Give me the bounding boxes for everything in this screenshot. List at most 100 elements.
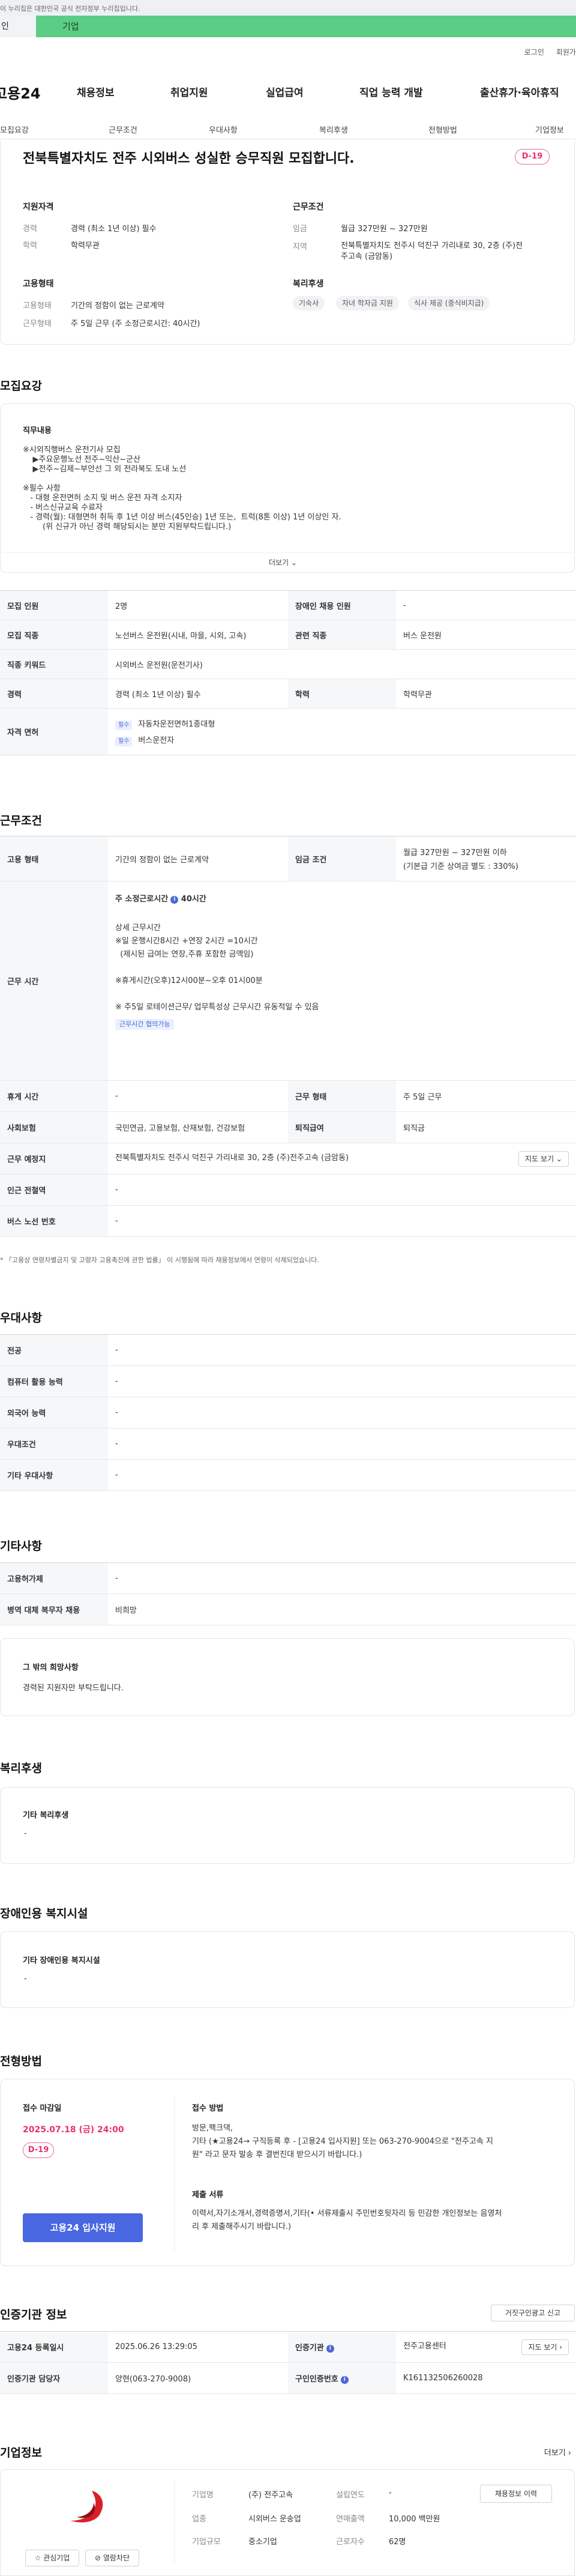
summary-label: 근무형태 bbox=[23, 319, 52, 328]
table-header-cell: 직종 키워드 bbox=[0, 649, 108, 679]
table-header-cell: 사회보험 bbox=[0, 1111, 108, 1143]
table-cell: - bbox=[108, 1365, 576, 1397]
table-row: 기타 우대사항 - bbox=[0, 1459, 576, 1491]
section-tab[interactable]: 기업정보 bbox=[535, 124, 564, 135]
job-description-text: ※시외직행버스 운전기사 모집 ▶주요운행노선 전주~익산~군산 ▶전주~김제~… bbox=[23, 446, 341, 531]
disabled-card bbox=[0, 1931, 575, 2008]
section-title-pref: 우대사항 bbox=[0, 1311, 42, 1325]
map-view-button[interactable]: 지도 보기 ⌄ bbox=[518, 1150, 569, 1167]
section-tab[interactable]: 복리후생 bbox=[319, 124, 348, 135]
site-logo[interactable]: 고용24 bbox=[0, 82, 41, 103]
table-cell: 주 소정근로시간 i 40시간 상세 근무시간 ※일 운행시간8시간 +연장 2시… bbox=[108, 881, 576, 1081]
agency-map-button[interactable]: 지도 보기 › bbox=[521, 2339, 569, 2355]
summary-value: 기간의 정함이 없는 근로계약 bbox=[71, 301, 164, 310]
table-row: 외국어 능력 - bbox=[0, 1397, 576, 1429]
table-header-cell: 인근 전철역 bbox=[0, 1174, 108, 1206]
table-header-cell: 장애인 채용 인원 bbox=[288, 590, 396, 620]
company-more-link[interactable]: 더보기 › bbox=[544, 2446, 571, 2458]
work-time-hours: 40시간 bbox=[181, 895, 206, 904]
table-row: 휴게 시간 - 근무 형태 주 5일 근무 bbox=[0, 1080, 576, 1112]
divider bbox=[174, 2096, 175, 2252]
info-icon[interactable]: i bbox=[340, 2376, 349, 2384]
company-value: 중소기업 bbox=[248, 2538, 277, 2547]
block-company-button[interactable]: ⊘ 열람차단 bbox=[85, 2550, 139, 2566]
agency-label: 인증기관 bbox=[295, 2344, 324, 2353]
method-title: 접수 방법 bbox=[192, 2104, 224, 2113]
table-cell: - bbox=[396, 590, 576, 620]
report-button[interactable]: 거짓구인광고 신고 bbox=[491, 2305, 575, 2321]
summary-value: 월급 327만원 ~ 327만원 bbox=[341, 225, 428, 234]
cert-id-label: 구인인증번호 bbox=[295, 2375, 338, 2384]
info-icon[interactable]: i bbox=[326, 2345, 334, 2353]
table-cell: K161132506260028 bbox=[396, 2362, 576, 2394]
table-header-cell: 모집 직종 bbox=[0, 620, 108, 650]
license-name: 버스운전자 bbox=[138, 736, 175, 745]
table-row: 모집 인원 2명 장애인 채용 인원 - bbox=[0, 590, 576, 620]
benefit-tag: 기숙사 bbox=[293, 296, 325, 310]
signup-link[interactable]: 회원가 bbox=[556, 48, 576, 56]
more-button[interactable]: 더보기 ⌄ bbox=[269, 557, 297, 567]
summary-value: 주 5일 근무 (주 소정근로시간: 40시간) bbox=[71, 319, 200, 328]
table-cell: 월급 327만원 ~ 327만원 이하 (기본급 기준 상여금 별도 : 330… bbox=[396, 836, 576, 881]
disabled-box-title: 기타 장애인용 복지시설 bbox=[23, 1956, 100, 1965]
table-header-cell: 고용 형태 bbox=[0, 836, 108, 881]
gnb-menu-item[interactable]: 실업급여 bbox=[266, 84, 304, 99]
recruit-table: 모집 인원 2명 장애인 채용 인원 - 모집 직종 노선버스 운전원(시내, … bbox=[0, 590, 576, 755]
table-cell: 퇴직금 bbox=[396, 1111, 576, 1143]
employment-heading: 고용형태 bbox=[23, 279, 54, 289]
table-row: 우대조건 - bbox=[0, 1428, 576, 1460]
company-label: 기업규모 bbox=[192, 2538, 221, 2547]
gnb-menu-item[interactable]: 채용정보 bbox=[77, 84, 115, 99]
table-header-cell: 구인인증번호 i bbox=[288, 2362, 396, 2394]
benefit-tag: 자녀 학자금 지원 bbox=[336, 296, 399, 310]
job-description-heading: 직무내용 bbox=[23, 426, 52, 435]
work-time-title-label: 주 소정근로시간 bbox=[115, 895, 169, 904]
apply-button[interactable]: 고용24 입사지원 bbox=[23, 2213, 143, 2242]
gnb-menu-item[interactable]: 출산휴가·육아휴직 bbox=[480, 84, 559, 99]
divider bbox=[0, 552, 575, 553]
disabled-box-value: - bbox=[24, 1974, 27, 1983]
company-logo bbox=[35, 2479, 119, 2539]
table-header-cell: 임금 조건 bbox=[288, 836, 396, 881]
section-title-disabled: 장애인용 복지시설 bbox=[0, 1907, 88, 1920]
hiring-history-button[interactable]: 채용정보 이력 bbox=[480, 2485, 552, 2503]
table-header-cell: 인증기관 i bbox=[288, 2331, 396, 2363]
table-header-cell: 기타 우대사항 bbox=[0, 1459, 108, 1491]
table-cell: 양현(063-270-9008) bbox=[108, 2362, 288, 2394]
section-tab[interactable]: 근무조건 bbox=[109, 124, 137, 135]
table-row: 컴퓨터 활용 능력 - bbox=[0, 1365, 576, 1397]
summary-value: 전북특별자치도 전주시 덕진구 가리내로 30, 2층 (주)전 bbox=[341, 241, 523, 250]
wish-text: 경력된 지원자만 부탁드립니다. bbox=[23, 1684, 124, 1693]
table-cell: - bbox=[108, 1459, 576, 1491]
table-row: 근무 시간 주 소정근로시간 i 40시간 상세 근무시간 ※일 운행시간8시간 … bbox=[0, 881, 576, 1081]
age-notice: * 「고용상 연령차별금지 및 고령자 고용촉진에 관한 법률」 이 시행됨에 … bbox=[0, 1256, 319, 1264]
work-time-title: 주 소정근로시간 i 40시간 bbox=[115, 892, 569, 904]
work-time-tag-wrap: 근무시간 협의가능 bbox=[115, 1019, 569, 1030]
gnb-menu-item[interactable]: 취업지원 bbox=[170, 84, 208, 99]
wish-title: 그 밖의 희망사항 bbox=[23, 1663, 79, 1672]
gnb-menu-item[interactable]: 직업 능력 개발 bbox=[359, 84, 423, 99]
favorite-company-button[interactable]: ☆ 관심기업 bbox=[25, 2550, 79, 2566]
required-badge: 필수 bbox=[115, 736, 133, 746]
tab-personal[interactable]: 인 bbox=[0, 16, 36, 37]
license-item: 필수 버스운전자 bbox=[115, 734, 569, 746]
summary-label: 학력 bbox=[23, 241, 37, 250]
table-header-cell: 컴퓨터 활용 능력 bbox=[0, 1365, 108, 1397]
table-cell: 국민연금, 고용보험, 산재보험, 건강보험 bbox=[108, 1111, 288, 1143]
section-tabs: 모집요강 근무조건 우대사항 복리후생 전형방법 기업정보 bbox=[0, 120, 576, 139]
table-row: 인증기관 담당자 양현(063-270-9008) 구인인증번호 i K16113… bbox=[0, 2362, 576, 2394]
table-cell: 시외버스 운전원(운전기사) bbox=[108, 649, 576, 679]
conditions-heading: 근무조건 bbox=[293, 202, 324, 212]
chevron-down-icon: ⌄ bbox=[290, 558, 298, 567]
section-tab[interactable]: 우대사항 bbox=[209, 124, 238, 135]
table-cell: 경력 (최소 1년 이상) 필수 bbox=[108, 679, 288, 709]
section-tab[interactable]: 모집요강 bbox=[0, 124, 29, 135]
login-link[interactable]: 로그인 bbox=[524, 48, 544, 56]
company-label: 연매출액 bbox=[336, 2515, 365, 2524]
benefits-heading: 복리후생 bbox=[293, 279, 324, 289]
util-links: 로그인 회원가 bbox=[512, 47, 576, 57]
section-tab[interactable]: 전형방법 bbox=[428, 124, 457, 135]
info-icon[interactable]: i bbox=[170, 896, 179, 904]
table-cell: 필수 자동차운전면허1종대형 필수 버스운전자 bbox=[108, 708, 576, 755]
tab-company[interactable]: 기업 bbox=[36, 16, 576, 37]
